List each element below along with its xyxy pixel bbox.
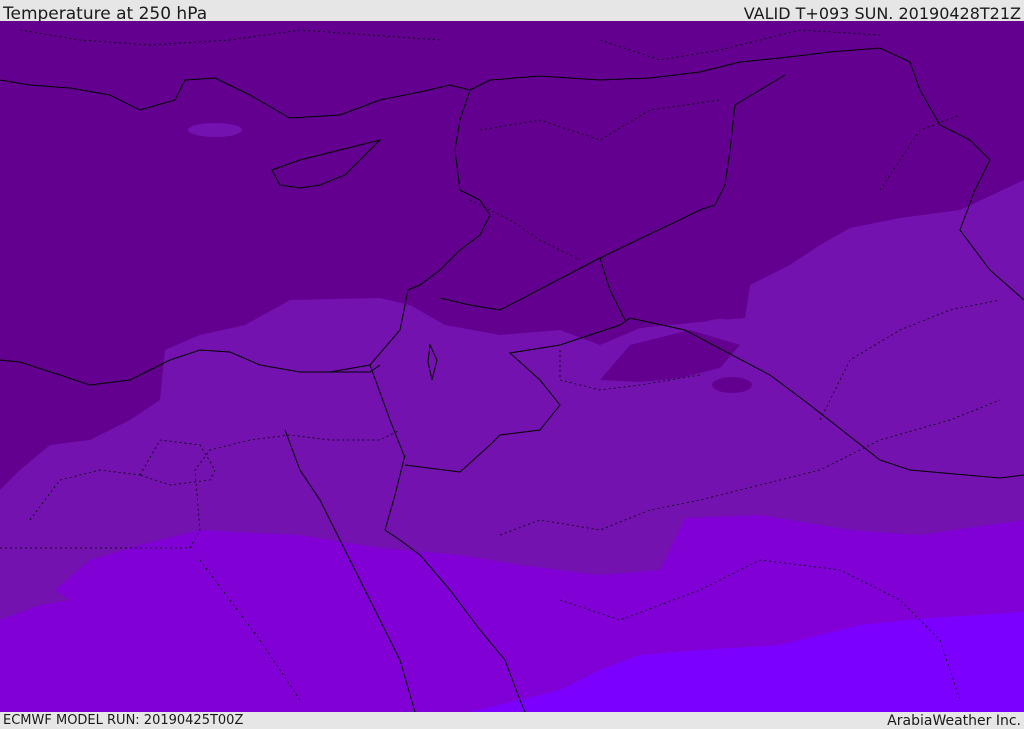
cold-pocket-3 [704,319,736,331]
footer-bar: ECMWF MODEL RUN: 20190425T00Z ArabiaWeat… [0,712,1024,729]
header-bar: Temperature at 250 hPa VALID T+093 SUN. … [0,0,1024,24]
cold-pocket-2 [712,377,752,393]
warm-patch [188,123,242,137]
credit-label: ArabiaWeather Inc. [887,713,1021,729]
model-run-label: ECMWF MODEL RUN: 20190425T00Z [3,713,244,728]
weather-map[interactable] [0,21,1024,712]
